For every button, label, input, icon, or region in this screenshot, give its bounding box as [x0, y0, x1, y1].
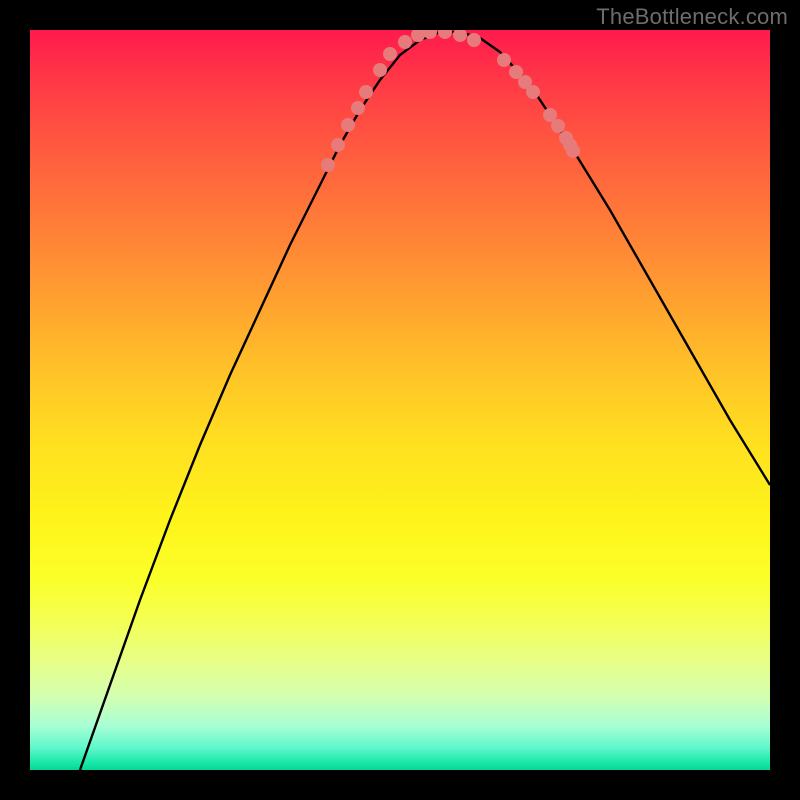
- data-point: [373, 63, 387, 77]
- data-points-group: [321, 30, 580, 172]
- data-point: [423, 30, 437, 39]
- data-point: [411, 30, 425, 42]
- data-point: [453, 30, 467, 42]
- points-layer: [30, 30, 770, 770]
- data-point: [359, 85, 373, 99]
- data-point: [526, 85, 540, 99]
- data-point: [551, 119, 565, 133]
- data-point: [351, 101, 365, 115]
- chart-frame: TheBottleneck.com: [0, 0, 800, 800]
- watermark-text: TheBottleneck.com: [596, 4, 788, 30]
- data-point: [321, 158, 335, 172]
- data-point: [566, 144, 580, 158]
- data-point: [341, 118, 355, 132]
- data-point: [398, 35, 412, 49]
- data-point: [438, 30, 452, 39]
- data-point: [467, 33, 481, 47]
- data-point: [383, 47, 397, 61]
- data-point: [497, 53, 511, 67]
- plot-area: [30, 30, 770, 770]
- data-point: [331, 138, 345, 152]
